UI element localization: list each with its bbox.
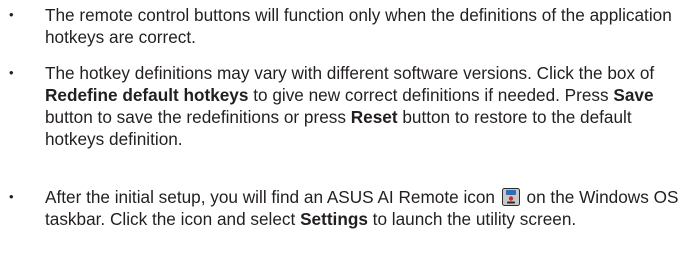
note-text-segment: button to save the redefinitions or pres… <box>45 107 351 127</box>
list-item: • After the initial setup, you will find… <box>0 186 690 230</box>
note-text-segment: The hotkey definitions may vary with dif… <box>45 63 655 83</box>
note-text-segment: After the initial setup, you will find a… <box>45 187 500 207</box>
bullet: • <box>9 189 14 204</box>
bullet: • <box>9 65 14 80</box>
redefine-default-hotkeys-label: Redefine default hotkeys <box>45 85 249 105</box>
list-item: • The remote control buttons will functi… <box>0 4 690 48</box>
note-text-segment: to launch the utility screen. <box>367 209 577 229</box>
settings-label: Settings <box>300 209 368 229</box>
note-text: After the initial setup, you will find a… <box>45 186 682 230</box>
save-label: Save <box>613 85 654 105</box>
note-text-segment: to give new correct definitions if neede… <box>248 85 614 105</box>
list-item: • The hotkey definitions may vary with d… <box>0 62 690 150</box>
note-text: The hotkey definitions may vary with dif… <box>45 62 682 150</box>
reset-label: Reset <box>350 107 398 127</box>
bullet: • <box>9 7 14 22</box>
asus-ai-remote-icon <box>501 188 520 206</box>
note-text: The remote control buttons will function… <box>45 4 682 48</box>
note-text-segment: The remote control buttons will function… <box>45 5 672 47</box>
